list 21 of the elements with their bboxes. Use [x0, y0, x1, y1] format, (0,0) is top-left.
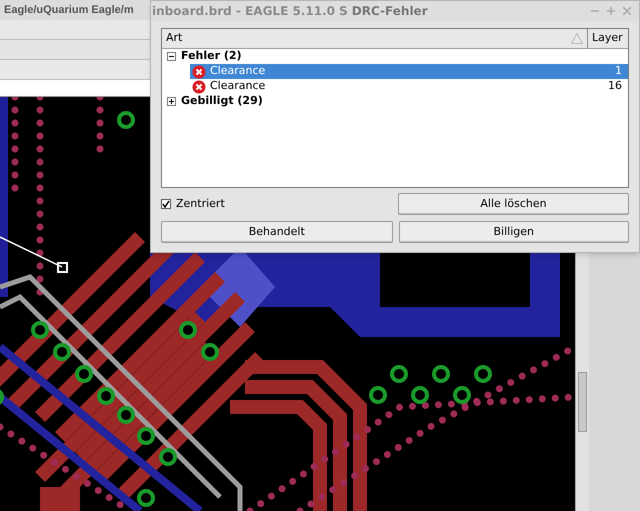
- error-icon: [192, 64, 206, 78]
- collapse-icon[interactable]: [167, 52, 176, 61]
- dialog-title: DRC-Fehler: [352, 3, 428, 20]
- maximize-icon[interactable]: [607, 7, 615, 15]
- tree-item[interactable]: Clearance 1: [190, 64, 628, 79]
- sort-triangle-icon: [571, 33, 583, 44]
- window-title: Eagle/uQuarium Eagle/m: [4, 2, 134, 18]
- close-icon[interactable]: [623, 7, 631, 15]
- scrollbar-thumb[interactable]: [578, 372, 587, 432]
- checkbox-label[interactable]: Zentriert: [176, 196, 225, 212]
- approve-button[interactable]: Billigen: [398, 221, 629, 243]
- column-header[interactable]: Layer: [588, 29, 628, 48]
- checkbox[interactable]: [161, 199, 171, 209]
- expand-icon[interactable]: [167, 97, 176, 106]
- error-icon: [192, 80, 206, 94]
- tree-group-label[interactable]: Gebilligt (29): [181, 93, 263, 110]
- background-window-title: inboard.brd - EAGLE 5.11.0 S: [151, 3, 348, 20]
- handled-button[interactable]: Behandelt: [161, 221, 392, 243]
- tree-group-label[interactable]: Fehler (2): [181, 48, 242, 65]
- clear-all-button[interactable]: Alle löschen: [398, 193, 629, 215]
- column-header[interactable]: Art: [162, 29, 588, 48]
